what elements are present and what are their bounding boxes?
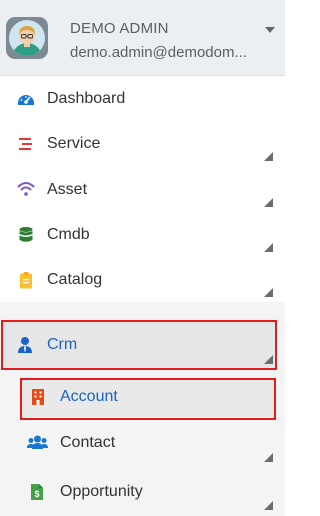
expand-triangle-icon[interactable] [264, 355, 273, 364]
expand-triangle-icon[interactable] [264, 198, 273, 207]
sidebar-item-crm[interactable]: Crm [2, 322, 276, 369]
sidebar-item-label: Contact [60, 434, 116, 451]
sidebar-item-label: Opportunity [60, 483, 143, 500]
sidebar-item-label: Catalog [47, 271, 103, 288]
expand-triangle-icon[interactable] [264, 453, 273, 462]
chevron-down-icon[interactable] [265, 27, 275, 33]
dashboard-gauge-icon [18, 95, 34, 105]
sidebar-item-asset[interactable]: Asset [0, 172, 285, 216]
expand-triangle-icon[interactable] [264, 152, 273, 161]
expand-triangle-icon[interactable] [264, 501, 273, 510]
clipboard-icon [20, 272, 32, 289]
database-icon [19, 227, 33, 242]
user-name: DEMO ADMIN [70, 20, 169, 37]
sidebar-item-dashboard[interactable]: Dashboard [0, 80, 285, 118]
building-icon [32, 389, 44, 405]
avatar [6, 17, 48, 59]
sidebar-subitem-contact[interactable]: Contact [0, 424, 285, 468]
expand-triangle-icon[interactable] [264, 243, 273, 252]
sidebar-item-label: Dashboard [47, 90, 126, 107]
user-profile-header[interactable]: DEMO ADMIN demo.admin@demodom... [0, 0, 285, 76]
sidebar-item-label: Cmdb [47, 226, 90, 243]
service-list-icon [19, 138, 32, 150]
sidebar-item-label: Asset [47, 181, 88, 198]
sidebar-subitem-opportunity[interactable]: $ Opportunity [0, 473, 285, 516]
users-icon [27, 435, 48, 449]
expand-triangle-icon[interactable] [264, 288, 273, 297]
user-avatar-icon [12, 26, 42, 56]
user-email: demo.admin@demodom... [70, 44, 247, 61]
dollar-document-icon: $ [31, 484, 43, 500]
sidebar-item-cmdb[interactable]: Cmdb [0, 217, 285, 261]
sidebar-item-label: Account [60, 388, 118, 405]
sidebar-item-service[interactable]: Service [0, 126, 285, 170]
user-tie-icon [18, 337, 32, 353]
svg-text:$: $ [34, 489, 39, 499]
sidebar-item-label: Service [47, 135, 101, 152]
wifi-icon [17, 182, 35, 196]
sidebar-item-catalog[interactable]: Catalog [0, 262, 285, 302]
sidebar-subitem-account[interactable]: Account [22, 380, 275, 417]
sidebar-item-label: Crm [47, 336, 78, 353]
